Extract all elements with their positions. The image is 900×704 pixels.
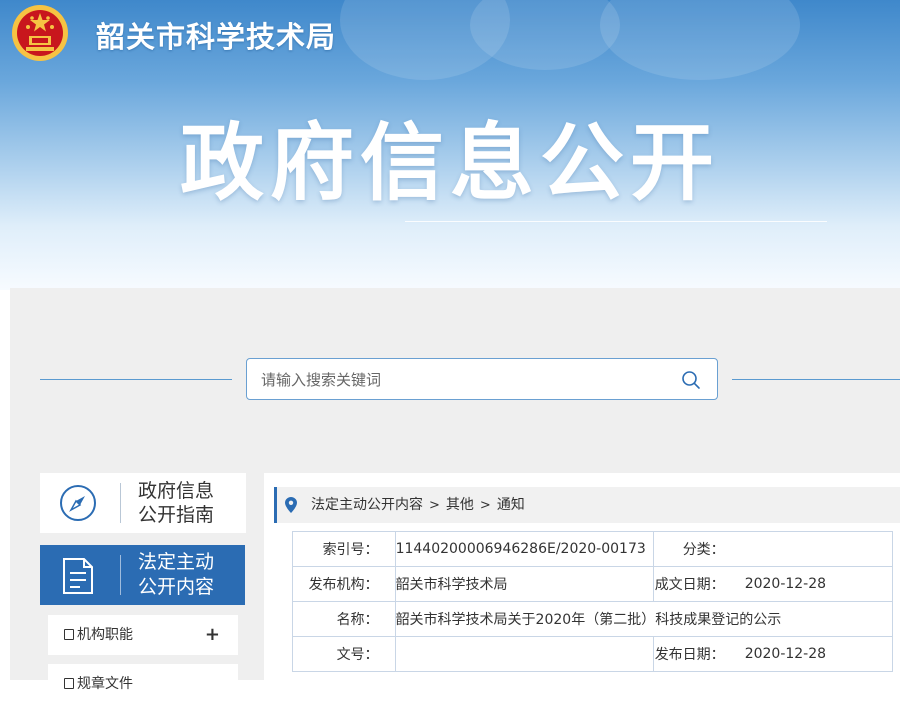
publisher-label: 发布机构： xyxy=(292,566,396,602)
chevron-right-icon: > xyxy=(429,498,440,513)
name-label: 名称： xyxy=(292,601,396,637)
document-icon xyxy=(63,558,93,594)
category-value xyxy=(740,531,893,567)
doc-no-value xyxy=(394,636,655,672)
banner-divider xyxy=(405,221,827,222)
name-value: 韶关市科学技术局关于2020年（第二批）科技成果登记的公示 xyxy=(394,601,894,637)
decor-blossom xyxy=(470,0,620,70)
legal-label: 法定主动 公开内容 xyxy=(138,550,238,600)
search-input[interactable] xyxy=(259,359,663,401)
national-emblem-icon[interactable] xyxy=(10,3,70,63)
index-no-value: 11440200006946286E/2020-00173 xyxy=(394,531,655,567)
index-no-label: 索引号： xyxy=(292,531,396,567)
document-meta-table: 索引号： 11440200006946286E/2020-00173 分类： 发… xyxy=(292,531,894,672)
table-row: 索引号： 11440200006946286E/2020-00173 分类： xyxy=(292,531,893,567)
search-box xyxy=(246,358,718,401)
sidebar-item-rules[interactable]: 规章文件 xyxy=(48,664,238,704)
sidebar-item-label: 规章文件 xyxy=(77,676,133,692)
published-date-label: 发布日期： xyxy=(653,636,741,672)
guide-card[interactable]: 政府信息 公开指南 xyxy=(40,473,246,533)
search-icon[interactable] xyxy=(681,370,701,390)
sidebar-item-org-functions[interactable]: 机构职能 + xyxy=(48,615,238,655)
search-decor-line-right xyxy=(732,379,900,380)
location-pin-icon xyxy=(285,497,297,513)
table-row: 文号： 发布日期： 2020-12-28 xyxy=(292,636,893,672)
guide-label: 政府信息 公开指南 xyxy=(138,479,238,527)
breadcrumb-item-legal[interactable]: 法定主动公开内容 xyxy=(311,497,423,513)
table-row: 名称： 韶关市科学技术局关于2020年（第二批）科技成果登记的公示 xyxy=(292,601,894,637)
expand-plus-icon[interactable]: + xyxy=(205,615,220,655)
legal-separator xyxy=(120,555,121,595)
guide-line-2: 公开指南 xyxy=(138,504,215,526)
created-date-label: 成文日期： xyxy=(653,566,741,602)
breadcrumb: 法定主动公开内容 > 其他 > 通知 xyxy=(274,487,900,523)
decor-blossom xyxy=(600,0,800,80)
sidebar-item-label: 机构职能 xyxy=(77,627,133,643)
square-icon xyxy=(64,629,74,640)
breadcrumb-item-notice[interactable]: 通知 xyxy=(497,497,525,513)
compass-icon xyxy=(60,485,96,521)
created-date-value: 2020-12-28 xyxy=(740,566,893,602)
banner-title: 政府信息公开 xyxy=(179,114,720,212)
doc-no-label: 文号： xyxy=(292,636,396,672)
legal-content-card[interactable]: 法定主动 公开内容 xyxy=(40,545,245,605)
search-decor-line-left xyxy=(40,379,232,380)
publisher-value: 韶关市科学技术局 xyxy=(394,566,655,602)
category-label: 分类： xyxy=(653,531,741,567)
chevron-right-icon: > xyxy=(479,498,491,513)
published-date-value: 2020-12-28 xyxy=(740,636,893,672)
site-name[interactable]: 韶关市科学技术局 xyxy=(96,14,336,56)
guide-separator xyxy=(120,483,121,523)
breadcrumb-path: 法定主动公开内容 > 其他 > 通知 xyxy=(311,487,525,524)
guide-line-1: 政府信息 xyxy=(138,480,215,502)
breadcrumb-item-other[interactable]: 其他 xyxy=(446,497,474,513)
legal-line-1: 法定主动 xyxy=(138,551,215,573)
legal-line-2: 公开内容 xyxy=(138,576,215,598)
header-banner: 韶关市科学技术局 政府信息公开 xyxy=(0,0,900,290)
table-row: 发布机构： 韶关市科学技术局 成文日期： 2020-12-28 xyxy=(292,566,893,602)
